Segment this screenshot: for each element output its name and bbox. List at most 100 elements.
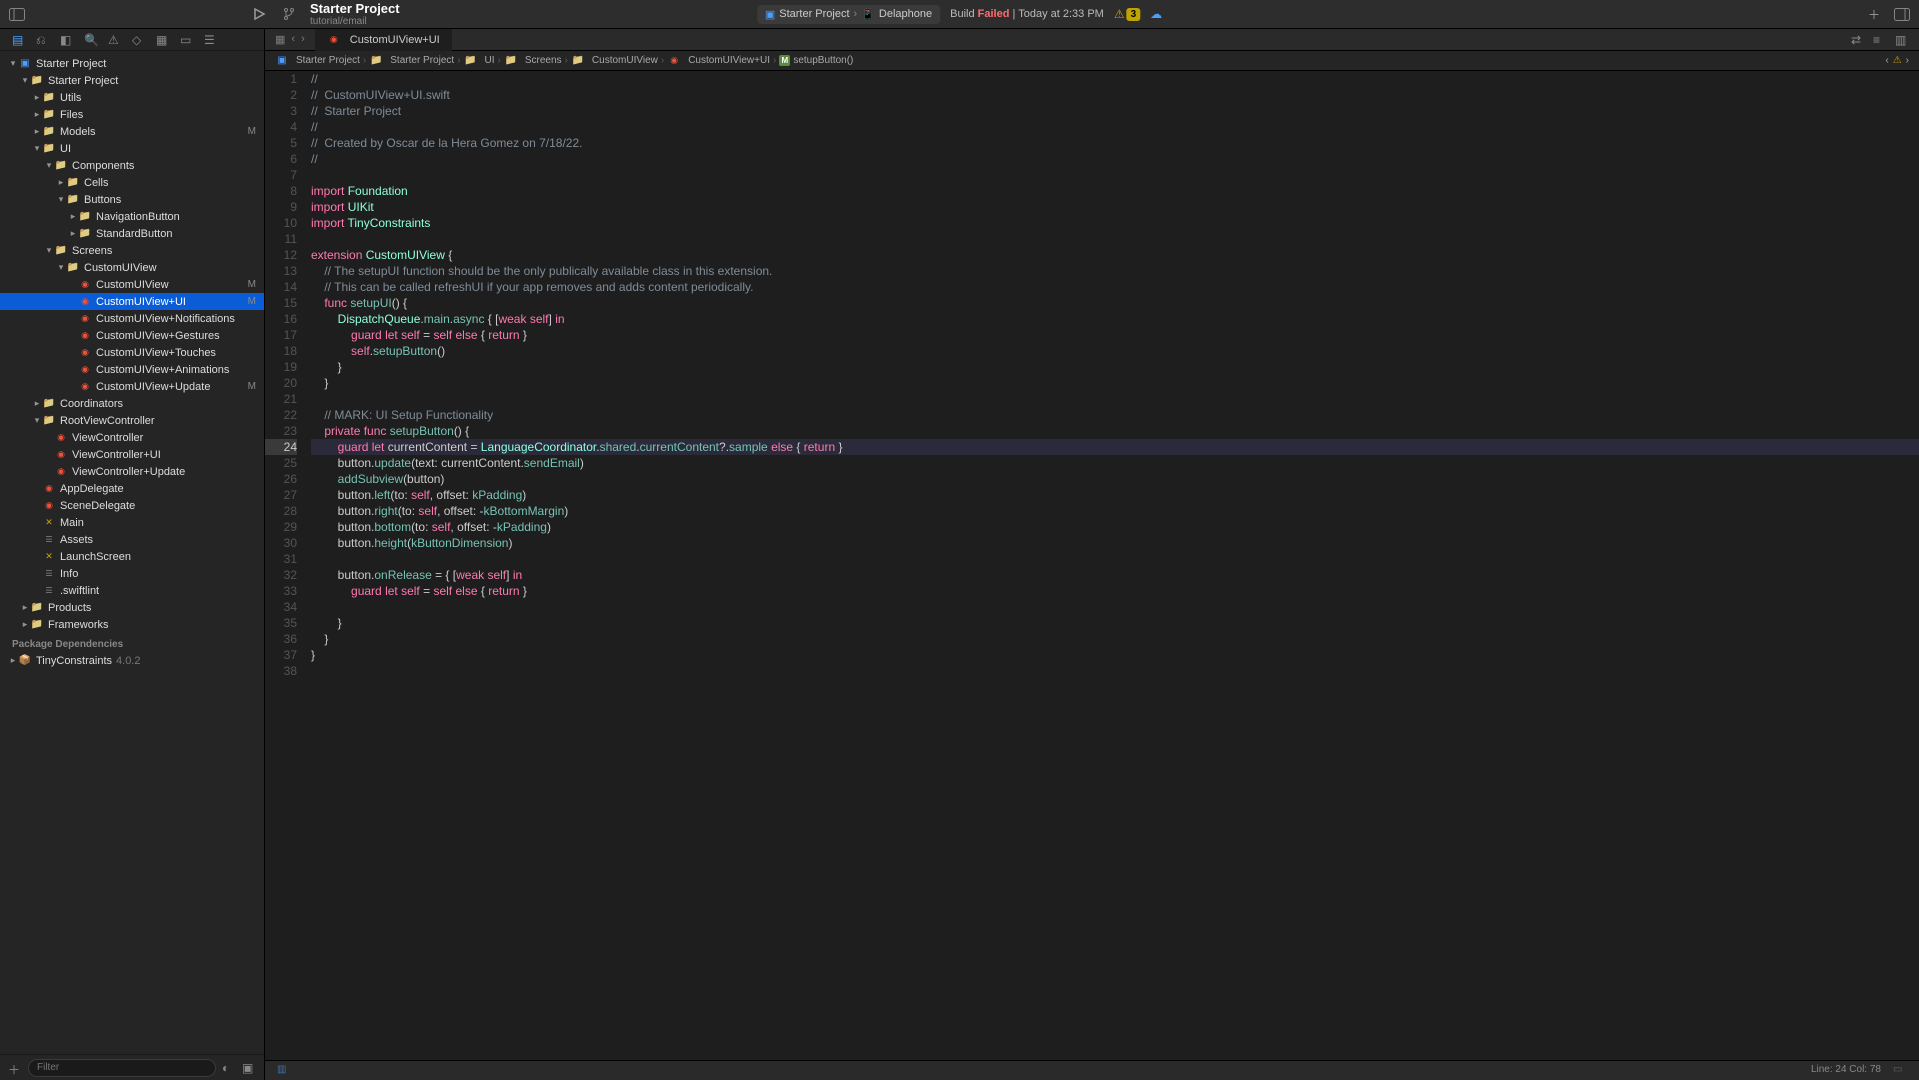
- add-icon[interactable]: ＋: [1865, 5, 1883, 23]
- tree-item[interactable]: Main: [0, 514, 264, 531]
- tree-item[interactable]: ▾Buttons: [0, 191, 264, 208]
- tree-item-label: Buttons: [84, 194, 121, 206]
- scope-icon[interactable]: ◐: [222, 1061, 236, 1075]
- tree-item[interactable]: ▸Products: [0, 599, 264, 616]
- project-tree: ▾ Starter Project ▾Starter Project▸Utils…: [0, 51, 264, 1054]
- tree-item[interactable]: ▸Coordinators: [0, 395, 264, 412]
- folder-icon: [30, 619, 44, 631]
- tree-item[interactable]: Assets: [0, 531, 264, 548]
- build-status[interactable]: Build Failed | Today at 2:33 PM: [950, 8, 1104, 20]
- folder-icon: [78, 228, 92, 240]
- tree-item[interactable]: CustomUIView+Animations: [0, 361, 264, 378]
- tree-item[interactable]: SceneDelegate: [0, 497, 264, 514]
- tree-root[interactable]: ▾ Starter Project: [0, 55, 264, 72]
- swift-icon: [42, 483, 56, 495]
- app-icon: [275, 55, 289, 67]
- next-issue-icon[interactable]: ›: [1906, 55, 1909, 66]
- tree-item[interactable]: ▸Utils: [0, 89, 264, 106]
- tree-item[interactable]: Info: [0, 565, 264, 582]
- project-title-block[interactable]: Starter Project tutorial/email: [310, 1, 400, 27]
- debug-nav-icon[interactable]: ▦: [156, 33, 170, 47]
- breadcrumb-item[interactable]: Starter Project: [275, 55, 360, 67]
- tree-item[interactable]: CustomUIView+Notifications: [0, 310, 264, 327]
- adjust-icon[interactable]: ≡: [1873, 33, 1887, 47]
- tree-item[interactable]: ▸NavigationButton: [0, 208, 264, 225]
- test-nav-icon[interactable]: ◇: [132, 33, 146, 47]
- issue-nav-icon[interactable]: ⚠: [108, 33, 122, 47]
- tree-item-label: CustomUIView: [84, 262, 157, 274]
- code-editor[interactable]: 1234567891011121314151617181920212223242…: [265, 71, 1919, 1060]
- source-control-nav-icon[interactable]: ⎌: [36, 33, 50, 47]
- tree-item[interactable]: ▸Cells: [0, 174, 264, 191]
- tree-item[interactable]: ▾UI: [0, 140, 264, 157]
- cloud-icon[interactable]: ☁: [1150, 7, 1162, 21]
- tree-item[interactable]: CustomUIViewM: [0, 276, 264, 293]
- tree-item[interactable]: ViewController+UI: [0, 446, 264, 463]
- debug-console-icon[interactable]: ▥: [277, 1064, 291, 1078]
- tree-item[interactable]: ▸Frameworks: [0, 616, 264, 633]
- folder-icon: [30, 75, 44, 87]
- prev-issue-icon[interactable]: ‹: [1885, 55, 1888, 66]
- breadcrumb-item[interactable]: MsetupButton(): [779, 55, 853, 66]
- code-content[interactable]: //// CustomUIView+UI.swift// Starter Pro…: [305, 71, 1919, 1060]
- editor-options-icon[interactable]: ▭: [1893, 1064, 1907, 1078]
- tree-item[interactable]: LaunchScreen: [0, 548, 264, 565]
- branch-icon[interactable]: [280, 5, 298, 23]
- recent-icon[interactable]: ▣: [242, 1061, 256, 1075]
- tree-item[interactable]: ▸ModelsM: [0, 123, 264, 140]
- tree-item-label: CustomUIView: [96, 279, 169, 291]
- run-button[interactable]: [250, 5, 268, 23]
- report-nav-icon[interactable]: ☰: [204, 33, 218, 47]
- breakpoint-nav-icon[interactable]: ▭: [180, 33, 194, 47]
- bookmark-nav-icon[interactable]: ◧: [60, 33, 74, 47]
- tree-item[interactable]: ▾Screens: [0, 242, 264, 259]
- jump-bar[interactable]: Starter Project›Starter Project›UI›Scree…: [265, 51, 1919, 71]
- breadcrumb-item[interactable]: CustomUIView+UI: [667, 55, 770, 67]
- tree-item-label: Assets: [60, 534, 93, 546]
- split-icon[interactable]: ▥: [1895, 33, 1909, 47]
- tree-item[interactable]: ▾Starter Project: [0, 72, 264, 89]
- scheme-selector[interactable]: Starter Project › 📱 Delaphone: [757, 5, 940, 24]
- plist-icon: [42, 585, 56, 597]
- tree-item[interactable]: CustomUIView+UpdateM: [0, 378, 264, 395]
- folder-icon: [504, 55, 518, 67]
- yaml-icon: [42, 517, 56, 529]
- minimap-icon[interactable]: ⇄: [1851, 33, 1865, 47]
- tree-item[interactable]: CustomUIView+Gestures: [0, 327, 264, 344]
- package-icon: 📦: [18, 655, 32, 667]
- tree-item-label: StandardButton: [96, 228, 172, 240]
- tree-item[interactable]: ▸Files: [0, 106, 264, 123]
- filter-input[interactable]: [28, 1059, 216, 1077]
- tree-item[interactable]: ▾Components: [0, 157, 264, 174]
- related-items-icon[interactable]: ▦: [275, 33, 285, 46]
- tree-item[interactable]: ▾CustomUIView: [0, 259, 264, 276]
- forward-icon[interactable]: ›: [301, 33, 305, 46]
- back-icon[interactable]: ‹: [291, 33, 295, 46]
- breadcrumb-item[interactable]: Starter Project: [369, 55, 454, 67]
- issue-warning-icon[interactable]: ⚠: [1893, 55, 1902, 66]
- tree-item-label: Starter Project: [48, 75, 118, 87]
- tree-item[interactable]: ViewController+Update: [0, 463, 264, 480]
- active-tab[interactable]: CustomUIView+UI: [315, 29, 452, 51]
- breadcrumb-item[interactable]: Screens: [504, 55, 562, 67]
- tree-item[interactable]: AppDelegate: [0, 480, 264, 497]
- folder-icon: [42, 398, 56, 410]
- tree-item[interactable]: .swiftlint: [0, 582, 264, 599]
- tree-item-label: Utils: [60, 92, 81, 104]
- package-item[interactable]: ▸ 📦 TinyConstraints 4.0.2: [0, 652, 264, 669]
- sidebar-filter-bar: ＋ ◐ ▣: [0, 1054, 264, 1080]
- tree-item[interactable]: CustomUIView+Touches: [0, 344, 264, 361]
- tree-item-label: .swiftlint: [60, 585, 99, 597]
- tree-item[interactable]: ▸StandardButton: [0, 225, 264, 242]
- breadcrumb-item[interactable]: CustomUIView: [571, 55, 658, 67]
- library-icon[interactable]: [1893, 5, 1911, 23]
- find-nav-icon[interactable]: 🔍: [84, 33, 98, 47]
- project-nav-icon[interactable]: ▤: [12, 33, 26, 47]
- breadcrumb-item[interactable]: UI: [464, 55, 495, 67]
- tree-item[interactable]: ViewController: [0, 429, 264, 446]
- warning-count[interactable]: 3: [1127, 8, 1141, 21]
- sidebar-toggle-icon[interactable]: [8, 5, 26, 23]
- add-file-icon[interactable]: ＋: [8, 1061, 22, 1075]
- tree-item[interactable]: CustomUIView+UIM: [0, 293, 264, 310]
- tree-item[interactable]: ▾RootViewController: [0, 412, 264, 429]
